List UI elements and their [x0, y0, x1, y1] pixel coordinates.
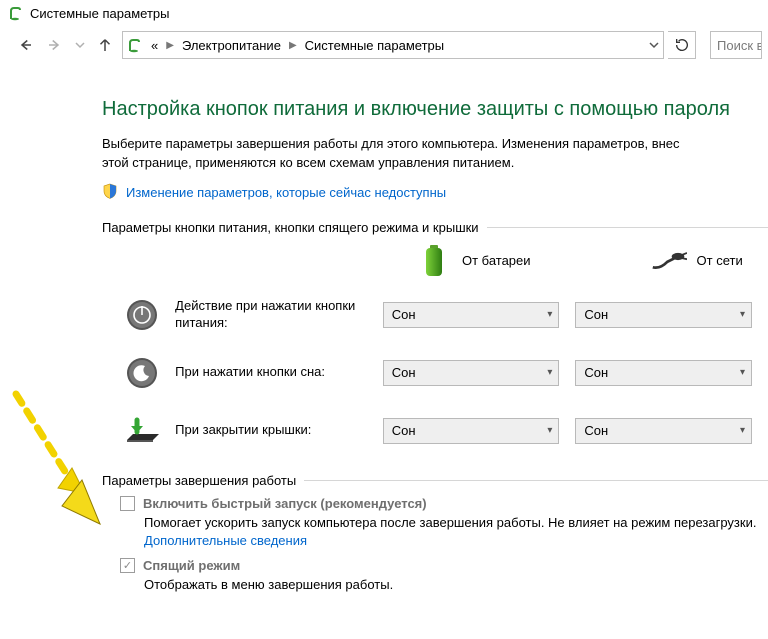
chevron-down-icon: ▾ [740, 309, 745, 320]
check-fast-startup: Включить быстрый запуск (рекомендуется) … [120, 496, 768, 550]
checkbox-description: Помогает ускорить запуск компьютера посл… [144, 514, 768, 550]
app-icon [8, 5, 24, 21]
more-info-link[interactable]: Дополнительные сведения [144, 533, 307, 548]
nav-bar: « ▶ Электропитание ▶ Системные параметры… [0, 24, 768, 68]
breadcrumb-root[interactable]: « [147, 38, 162, 53]
content-pane: Настройка кнопок питания и включение защ… [0, 68, 768, 594]
column-headers: От батареи От сети [416, 243, 768, 279]
chevron-right-icon: ▶ [164, 40, 176, 51]
row-sleep-button: При нажатии кнопки сна: Сон▾ Сон▾ [122, 353, 768, 393]
group-shutdown: Параметры завершения работы [102, 473, 768, 488]
select-sleep-mains[interactable]: Сон▾ [575, 360, 752, 386]
page-description: Выберите параметры завершения работы для… [102, 135, 768, 173]
forward-button[interactable] [42, 32, 68, 58]
checkbox-description: Отображать в меню завершения работы. [144, 576, 768, 594]
row-lid-close: При закрытии крышки: Сон▾ Сон▾ [122, 411, 768, 451]
admin-link[interactable]: Изменение параметров, которые сейчас нед… [126, 185, 446, 200]
refresh-button[interactable] [668, 31, 696, 59]
chevron-down-icon: ▾ [740, 425, 745, 436]
check-sleep-menu: ✓ Спящий режим Отображать в меню заверше… [120, 558, 768, 594]
row-label: При нажатии кнопки сна: [175, 364, 383, 381]
address-dropdown[interactable] [649, 38, 659, 53]
chevron-down-icon: ▾ [547, 367, 552, 378]
sleep-icon [122, 353, 161, 393]
breadcrumb-seg-1[interactable]: Электропитание [178, 38, 285, 53]
chevron-down-icon: ▾ [547, 425, 552, 436]
search-placeholder: Поиск в [717, 38, 762, 53]
row-label: При закрытии крышки: [175, 422, 383, 439]
select-power-battery[interactable]: Сон▾ [383, 302, 560, 328]
breadcrumb-seg-2[interactable]: Системные параметры [301, 38, 448, 53]
address-icon [127, 37, 143, 53]
search-input[interactable]: Поиск в [710, 31, 762, 59]
checkbox-fast-startup[interactable] [120, 496, 135, 511]
window-title: Системные параметры [30, 6, 169, 21]
plug-icon [651, 243, 687, 279]
select-sleep-battery[interactable]: Сон▾ [383, 360, 560, 386]
battery-icon [416, 243, 452, 279]
row-power-button: Действие при нажатии кнопки питания: Сон… [122, 295, 768, 335]
shield-icon [102, 183, 118, 202]
select-power-mains[interactable]: Сон▾ [575, 302, 752, 328]
chevron-down-icon: ▾ [547, 309, 552, 320]
checkbox-label: Спящий режим [143, 558, 240, 573]
select-lid-battery[interactable]: Сон▾ [383, 418, 560, 444]
lid-icon [122, 411, 161, 451]
select-lid-mains[interactable]: Сон▾ [575, 418, 752, 444]
admin-link-row[interactable]: Изменение параметров, которые сейчас нед… [102, 183, 768, 202]
power-icon [122, 295, 161, 335]
recent-chevron[interactable] [72, 32, 88, 58]
chevron-right-icon: ▶ [287, 40, 299, 51]
column-battery: От батареи [416, 243, 531, 279]
row-label: Действие при нажатии кнопки питания: [175, 298, 383, 332]
up-button[interactable] [92, 32, 118, 58]
checkbox-sleep[interactable]: ✓ [120, 558, 135, 573]
column-mains: От сети [651, 243, 743, 279]
chevron-down-icon: ▾ [740, 367, 745, 378]
group-buttons-lid: Параметры кнопки питания, кнопки спящего… [102, 220, 768, 235]
page-title: Настройка кнопок питания и включение защ… [102, 98, 768, 121]
checkbox-label: Включить быстрый запуск (рекомендуется) [143, 496, 427, 511]
back-button[interactable] [12, 32, 38, 58]
title-bar: Системные параметры [0, 0, 768, 24]
address-bar[interactable]: « ▶ Электропитание ▶ Системные параметры [122, 31, 664, 59]
